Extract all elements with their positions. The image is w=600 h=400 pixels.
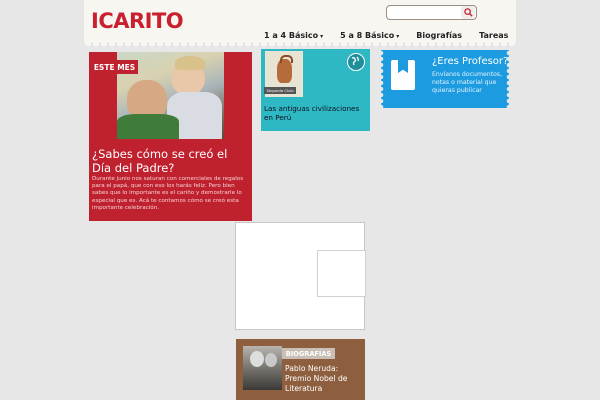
biography-photo xyxy=(243,346,282,390)
feature-card-civilizaciones[interactable]: Segundo Ciclo Las antiguas civilizacione… xyxy=(261,49,370,131)
chevron-down-icon: ▾ xyxy=(320,33,324,40)
nav-label: Tareas xyxy=(479,31,509,40)
section-badge: ESTE MES xyxy=(91,60,138,74)
card-description: Envíanos documentos, notas o material qu… xyxy=(432,71,503,94)
nav-item-tareas[interactable]: Tareas xyxy=(479,31,508,43)
feature-card-dia-del-padre[interactable]: ESTE MES ¿Sabes cómo se creó el Día del … xyxy=(89,52,252,221)
site-header: ICARITO 1 a 4 Básico ▾ 5 a 8 Básico ▾ Biog… xyxy=(84,0,516,48)
level-tag: Segundo Ciclo xyxy=(264,87,296,94)
book-icon xyxy=(391,60,415,90)
search-icon xyxy=(463,8,473,17)
nav-item-1-4-basico[interactable]: 1 a 4 Básico ▾ xyxy=(264,31,323,43)
nav-item-biografias[interactable]: Biografías xyxy=(416,31,462,43)
search-button[interactable] xyxy=(461,6,475,19)
feature-title[interactable]: Pablo Neruda: Premio Nobel de Literatura xyxy=(285,364,361,394)
nav-item-5-8-basico[interactable]: 5 a 8 Básico ▾ xyxy=(340,31,399,43)
chevron-down-icon: ▾ xyxy=(396,33,400,40)
feature-description: Durante junio nos saturan con comerciale… xyxy=(92,176,244,211)
ad-placeholder[interactable] xyxy=(235,222,366,330)
nav-label: Biografías xyxy=(416,31,463,40)
teacher-submission-card[interactable]: ¿Eres Profesor? Envíanos documentos, not… xyxy=(381,50,509,108)
feature-title[interactable]: Las antiguas civilizaciones en Perú xyxy=(264,104,368,122)
ad-inner-frame xyxy=(317,250,366,297)
feature-card-neruda[interactable]: BIOGRAFÍAS Pablo Neruda: Premio Nobel de… xyxy=(236,339,365,400)
site-logo[interactable]: ICARITO xyxy=(91,9,184,33)
nav-label: 5 a 8 Básico xyxy=(340,31,395,40)
main-nav: 1 a 4 Básico ▾ 5 a 8 Básico ▾ Biografías T… xyxy=(264,31,525,43)
globe-icon xyxy=(347,53,365,71)
section-badge: BIOGRAFÍAS xyxy=(282,348,335,359)
nav-label: 1 a 4 Básico xyxy=(264,31,319,40)
card-title[interactable]: ¿Eres Profesor? xyxy=(432,56,508,67)
feature-title[interactable]: ¿Sabes cómo se creó el Día del Padre? xyxy=(92,147,248,175)
